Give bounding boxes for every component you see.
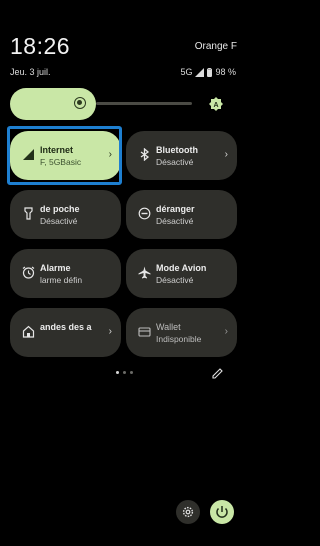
page-dot-active <box>116 371 119 374</box>
tile-title: Wallet <box>156 322 181 332</box>
svg-text:A: A <box>213 102 218 109</box>
focus-highlight <box>7 126 122 185</box>
carrier-name: Orange F <box>194 41 237 52</box>
date-label: Jeu. 3 juil. <box>10 67 51 77</box>
battery-icon <box>207 67 213 77</box>
auto-brightness-icon[interactable]: A <box>209 97 223 111</box>
tile-subtitle: Désactivé <box>156 275 194 285</box>
network-type: 5G <box>180 67 193 77</box>
tile-bluetooth[interactable]: Bluetooth Désactivé › <box>126 131 237 180</box>
tile-subtitle: Indisponible <box>156 334 202 344</box>
airplane-icon <box>138 266 151 279</box>
power-button[interactable] <box>210 500 234 524</box>
alarm-icon <box>22 266 35 279</box>
brightness-track[interactable] <box>96 102 192 105</box>
signal-strength-icon <box>195 67 205 77</box>
tile-subtitle: larme défin <box>40 275 83 285</box>
tile-wallet[interactable]: Wallet Indisponible › <box>126 308 237 357</box>
page-indicator <box>116 371 133 374</box>
tile-subtitle: Désactivé <box>156 157 194 167</box>
gear-icon <box>182 506 194 518</box>
power-icon <box>216 506 228 518</box>
flashlight-icon <box>24 207 33 220</box>
page-dot <box>130 371 133 374</box>
tile-subtitle: Désactivé <box>40 216 78 226</box>
tile-flashlight[interactable]: de poche Désactivé <box>10 190 121 239</box>
tile-title: Alarme <box>40 263 71 273</box>
tile-subtitle: Désactivé <box>156 216 194 226</box>
tile-home-controls[interactable]: andes des a › <box>10 308 121 357</box>
wallet-icon <box>138 327 151 337</box>
tile-title: andes des a <box>40 322 92 332</box>
chevron-right-icon: › <box>108 326 112 337</box>
battery-level: 98 % <box>215 67 236 77</box>
do-not-disturb-icon <box>138 207 151 220</box>
tile-title: Mode Avion <box>156 263 207 273</box>
tile-alarm[interactable]: Alarme larme défin <box>10 249 121 298</box>
tile-airplane-mode[interactable]: Mode Avion Désactivé <box>126 249 237 298</box>
home-icon <box>22 325 35 338</box>
tile-title: Bluetooth <box>156 145 198 155</box>
chevron-right-icon: › <box>224 326 228 337</box>
chevron-right-icon: › <box>224 149 228 160</box>
tile-title: de poche <box>40 204 80 214</box>
clock-time: 18:26 <box>10 33 71 59</box>
settings-button[interactable] <box>176 500 200 524</box>
page-dot <box>123 371 126 374</box>
tile-title: déranger <box>156 204 195 214</box>
edit-pencil-icon[interactable] <box>212 368 223 379</box>
brightness-icon <box>74 97 86 109</box>
status-indicators: 5G 98 % <box>180 67 236 77</box>
tile-do-not-disturb[interactable]: déranger Désactivé <box>126 190 237 239</box>
bluetooth-icon <box>140 148 150 161</box>
